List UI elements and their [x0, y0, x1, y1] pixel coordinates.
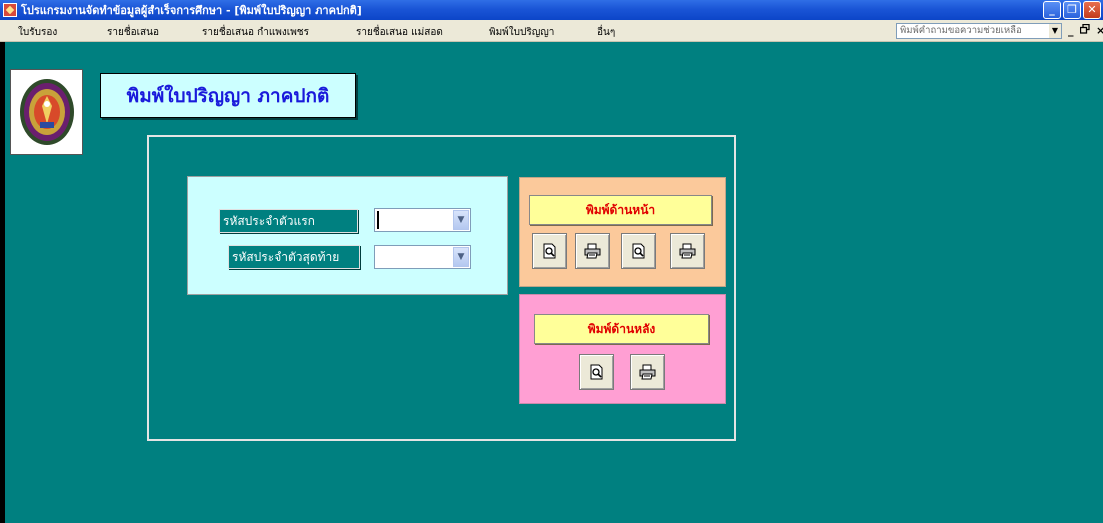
menu-bar: ใบรับรอง รายชื่อเสนอ รายชื่อเสนอ กำแพงเพ… — [0, 20, 1103, 42]
print-back-panel: พิมพ์ด้านหลัง — [519, 294, 726, 404]
print-preview-icon — [543, 243, 555, 259]
print-front-title: พิมพ์ด้านหน้า — [529, 195, 712, 225]
printer-icon — [679, 243, 696, 259]
front-preview-button-2[interactable] — [621, 233, 656, 269]
window-title: โปรแกรมงานจัดทำข้อมูลผู้สำเร็จการศึกษา -… — [21, 4, 362, 17]
chevron-down-icon[interactable]: ▼ — [453, 247, 469, 267]
id-range-panel: รหัสประจำตัวแรก ▼ รหัสประจำตัวสุดท้าย ▼ — [187, 176, 508, 295]
last-id-label: รหัสประจำตัวสุดท้าย — [228, 245, 360, 269]
front-preview-button-1[interactable] — [532, 233, 567, 269]
page-title: พิมพ์ใบปริญญา ภาคปกติ — [100, 73, 356, 118]
university-logo — [10, 69, 83, 155]
menu-others[interactable]: อื่นๆ — [597, 25, 615, 40]
menu-certificate[interactable]: ใบรับรอง — [18, 25, 57, 40]
print-front-panel: พิมพ์ด้านหน้า — [519, 177, 726, 287]
printer-icon — [584, 243, 601, 259]
front-print-button-2[interactable] — [670, 233, 705, 269]
mdi-restore-button[interactable] — [1079, 23, 1090, 37]
window-title-bar[interactable]: โปรแกรมงานจัดทำข้อมูลผู้สำเร็จการศึกษา -… — [0, 0, 1103, 20]
print-preview-icon — [590, 364, 602, 380]
back-print-button[interactable] — [630, 354, 665, 390]
restore-icon — [1079, 23, 1090, 34]
menu-nominee-list[interactable]: รายชื่อเสนอ — [107, 25, 159, 40]
chevron-down-icon[interactable]: ▼ — [1049, 24, 1061, 38]
close-button[interactable]: ✕ — [1083, 1, 1101, 19]
front-print-button-1[interactable] — [575, 233, 610, 269]
form-canvas: พิมพ์ใบปริญญา ภาคปกติ รหัสประจำตัวแรก ▼ … — [5, 42, 1103, 523]
university-seal-icon — [19, 79, 74, 145]
back-preview-button[interactable] — [579, 354, 614, 390]
minimize-button[interactable]: _ — [1043, 1, 1061, 19]
restore-button[interactable]: ❐ — [1063, 1, 1081, 19]
mdi-close-button[interactable]: × — [1096, 24, 1103, 37]
print-preview-icon — [632, 243, 644, 259]
text-caret — [377, 211, 379, 229]
mdi-minimize-button[interactable]: _ — [1068, 24, 1074, 37]
first-id-combobox[interactable]: ▼ — [374, 208, 471, 232]
menu-nominee-list-kamphaengphet[interactable]: รายชื่อเสนอ กำแพงเพชร — [202, 25, 309, 40]
print-back-title: พิมพ์ด้านหลัง — [534, 314, 709, 344]
menu-nominee-list-maesot[interactable]: รายชื่อเสนอ แม่สอด — [356, 25, 443, 40]
last-id-combobox[interactable]: ▼ — [374, 245, 471, 269]
help-search-input[interactable]: พิมพ์คำถามขอความช่วยเหลือ ▼ — [896, 23, 1062, 39]
access-app-icon[interactable] — [3, 3, 17, 17]
chevron-down-icon[interactable]: ▼ — [453, 210, 469, 230]
menu-print-degree[interactable]: พิมพ์ใบปริญญา — [489, 25, 554, 40]
help-search-placeholder: พิมพ์คำถามขอความช่วยเหลือ — [900, 25, 1022, 36]
printer-icon — [639, 364, 656, 380]
first-id-label: รหัสประจำตัวแรก — [219, 209, 358, 233]
